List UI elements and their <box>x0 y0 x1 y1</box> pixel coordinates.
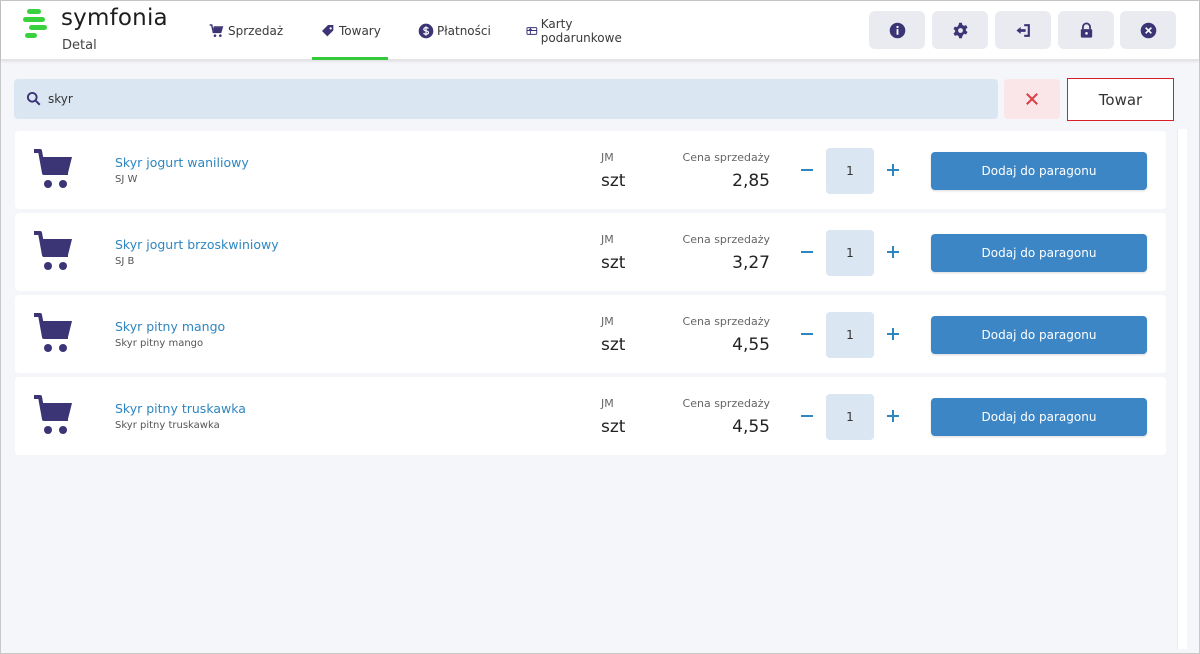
quantity-input[interactable] <box>826 230 874 276</box>
gear-icon <box>952 22 968 38</box>
tab-karty-podarunkowe[interactable]: Karty podarunkowe <box>526 1 626 60</box>
tab-label: Sprzedaż <box>228 23 284 38</box>
decrease-qty-button[interactable] <box>799 405 815 427</box>
increase-qty-button[interactable] <box>885 161 901 179</box>
info-icon <box>889 22 905 38</box>
dollar-icon <box>418 23 434 38</box>
product-name-link[interactable]: Skyr jogurt waniliowy <box>115 155 249 170</box>
unit-label: JM <box>601 233 614 246</box>
price-label: Cena sprzedaży <box>682 397 770 410</box>
unit-label: JM <box>601 315 614 328</box>
minus-icon <box>801 169 813 171</box>
price-label: Cena sprzedaży <box>682 151 770 164</box>
cart-icon <box>34 231 72 270</box>
close-app-button[interactable] <box>1120 11 1176 49</box>
search-icon <box>26 91 41 106</box>
tab-towary[interactable]: Towary <box>312 1 388 60</box>
brand-module: Detal <box>62 38 97 53</box>
price-value: 3,27 <box>732 253 770 273</box>
settings-button[interactable] <box>932 11 988 49</box>
minus-icon <box>801 333 813 335</box>
product-code: Skyr pitny truskawka <box>115 420 220 431</box>
price-value: 2,85 <box>732 171 770 191</box>
quantity-input[interactable] <box>826 394 874 440</box>
decrease-qty-button[interactable] <box>799 159 815 181</box>
add-to-receipt-button[interactable]: Dodaj do paragonu <box>931 316 1147 354</box>
symfonia-logo-icon <box>23 9 49 38</box>
price-label: Cena sprzedaży <box>682 233 770 246</box>
cart-icon <box>34 313 72 352</box>
logout-button[interactable] <box>995 11 1051 49</box>
product-name-link[interactable]: Skyr jogurt brzoskwiniowy <box>115 237 279 252</box>
add-to-receipt-button[interactable]: Dodaj do paragonu <box>931 152 1147 190</box>
unit-value: szt <box>601 335 626 355</box>
product-row: Skyr jogurt waniliowy SJ W JM szt Cena s… <box>15 131 1166 209</box>
add-to-receipt-button[interactable]: Dodaj do paragonu <box>931 398 1147 436</box>
search-mode-button[interactable]: Towar <box>1067 78 1174 121</box>
search-bar <box>14 79 998 119</box>
minus-icon <box>801 415 813 417</box>
unit-value: szt <box>601 417 626 437</box>
unit-label: JM <box>601 151 614 164</box>
cart-icon <box>209 23 224 37</box>
gift-card-icon <box>526 26 538 35</box>
product-code: SJ B <box>115 256 135 267</box>
lock-icon <box>1080 22 1092 38</box>
quantity-input[interactable] <box>826 312 874 358</box>
product-row: Skyr jogurt brzoskwiniowy SJ B JM szt Ce… <box>15 213 1166 291</box>
decrease-qty-button[interactable] <box>799 323 815 345</box>
product-row: Skyr pitny mango Skyr pitny mango JM szt… <box>15 295 1166 373</box>
tab-sprzedaz[interactable]: Sprzedaż <box>209 1 283 60</box>
quantity-input[interactable] <box>826 148 874 194</box>
tab-platnosci[interactable]: Płatności <box>418 1 491 60</box>
product-code: SJ W <box>115 174 138 185</box>
lock-button[interactable] <box>1058 11 1114 49</box>
brand-logo: symfonia Detal <box>23 5 183 55</box>
tab-label: Karty podarunkowe <box>540 16 622 45</box>
price-value: 4,55 <box>732 417 770 437</box>
tag-icon <box>322 24 334 36</box>
increase-qty-button[interactable] <box>885 325 901 343</box>
add-to-receipt-button[interactable]: Dodaj do paragonu <box>931 234 1147 272</box>
cart-icon <box>34 149 72 188</box>
product-row: Skyr pitny truskawka Skyr pitny truskawk… <box>15 377 1166 455</box>
clear-search-button[interactable] <box>1004 79 1060 119</box>
close-icon <box>1140 22 1156 38</box>
product-name-link[interactable]: Skyr pitny truskawka <box>115 401 246 416</box>
minus-icon <box>801 251 813 253</box>
price-label: Cena sprzedaży <box>682 315 770 328</box>
app-header: symfonia Detal Sprzedaż Towary Płatności <box>1 1 1199 60</box>
scrollbar[interactable] <box>1177 129 1187 649</box>
tab-label: Towary <box>339 23 381 38</box>
price-value: 4,55 <box>732 335 770 355</box>
close-icon <box>1026 93 1038 105</box>
unit-label: JM <box>601 397 614 410</box>
logout-icon <box>1015 23 1030 37</box>
unit-value: szt <box>601 253 626 273</box>
tab-label: Płatności <box>437 23 491 38</box>
product-name-link[interactable]: Skyr pitny mango <box>115 319 225 334</box>
brand-name: symfonia <box>61 5 168 31</box>
info-button[interactable] <box>869 11 925 49</box>
decrease-qty-button[interactable] <box>799 241 815 263</box>
increase-qty-button[interactable] <box>885 243 901 261</box>
search-input[interactable] <box>48 79 978 119</box>
product-code: Skyr pitny mango <box>115 338 204 349</box>
cart-icon <box>34 395 72 434</box>
unit-value: szt <box>601 171 626 191</box>
increase-qty-button[interactable] <box>885 407 901 425</box>
